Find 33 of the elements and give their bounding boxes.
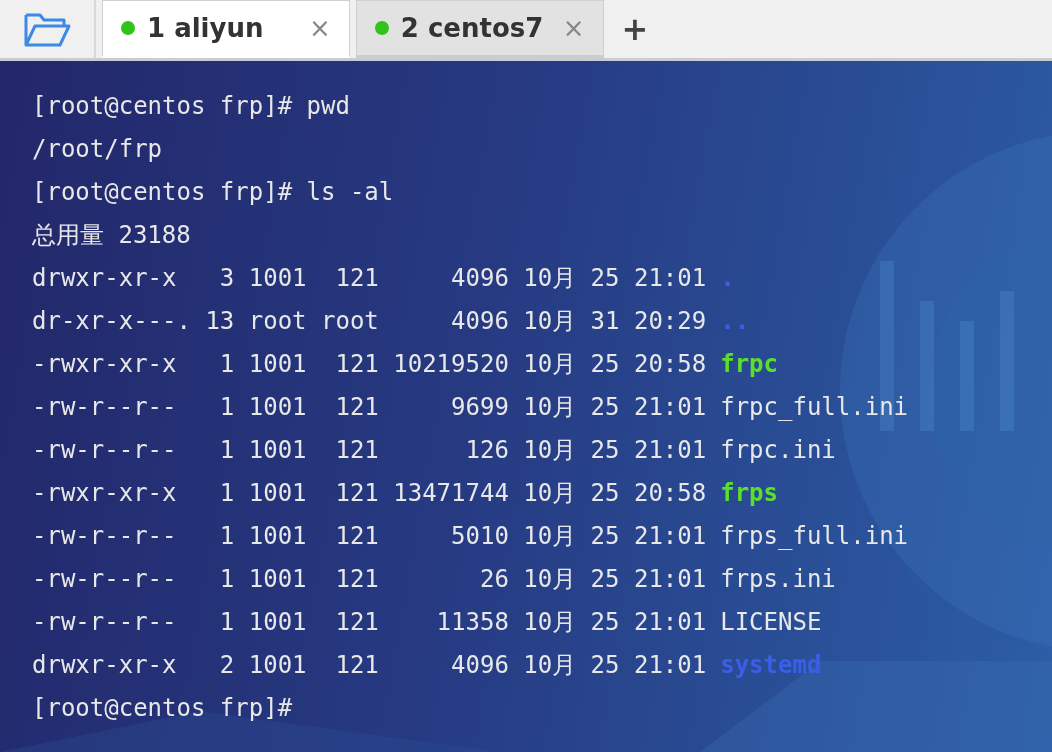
file-name: systemd [720, 650, 822, 681]
file-name: frps_full.ini [720, 521, 909, 552]
terminal-line: [root@centos frp]# [32, 693, 293, 724]
terminal-line: [root@centos frp]# ls -al [32, 177, 394, 208]
new-tab-button[interactable]: + [603, 0, 667, 58]
terminal-line: -rwxr-xr-x 1 1001 121 13471744 10月 25 20:58 [32, 478, 707, 509]
file-name: . [720, 263, 735, 294]
tab-label[interactable]: 1 aliyun [147, 13, 297, 43]
terminal-line: -rw-r--r-- 1 1001 121 26 10月 25 21:01 [32, 564, 707, 595]
file-name: frps [720, 478, 778, 509]
terminal-line: -rw-r--r-- 1 1001 121 9699 10月 25 21:01 [32, 392, 707, 423]
terminal-line: -rw-r--r-- 1 1001 121 126 10月 25 21:01 [32, 435, 707, 466]
status-dot-icon [121, 21, 135, 35]
terminal-line: 总用量 23188 [32, 220, 191, 251]
file-name: frpc [720, 349, 778, 380]
terminal-line: -rwxr-xr-x 1 1001 121 10219520 10月 25 20:58 [32, 349, 707, 380]
terminal-line: -rw-r--r-- 1 1001 121 11358 10月 25 21:01 [32, 607, 707, 638]
terminal-line: [root@centos frp]# pwd [32, 91, 350, 122]
terminal-line: -rw-r--r-- 1 1001 121 5010 10月 25 21:01 [32, 521, 707, 552]
status-dot-icon [374, 21, 389, 35]
terminal-line: dr-xr-x---. 13 root root 4096 10月 31 20:29 [32, 306, 707, 337]
close-icon[interactable]: × [309, 13, 331, 43]
file-name: .. [720, 306, 750, 337]
terminal-line: /root/frp [32, 134, 163, 165]
tab[interactable]: 1 aliyun × [102, 0, 350, 58]
file-name: frpc_full.ini [720, 392, 909, 423]
tab-label[interactable]: 2 centos7 [400, 13, 551, 43]
file-name: frpc.ini [720, 435, 836, 466]
file-name: frps.ini [720, 564, 836, 595]
tab[interactable]: 2 centos7 × [355, 0, 604, 58]
terminal-line: drwxr-xr-x 3 1001 121 4096 10月 25 21:01 [32, 263, 707, 294]
terminal-line: drwxr-xr-x 2 1001 121 4096 10月 25 21:01 [32, 650, 707, 681]
file-name: LICENSE [720, 607, 822, 638]
